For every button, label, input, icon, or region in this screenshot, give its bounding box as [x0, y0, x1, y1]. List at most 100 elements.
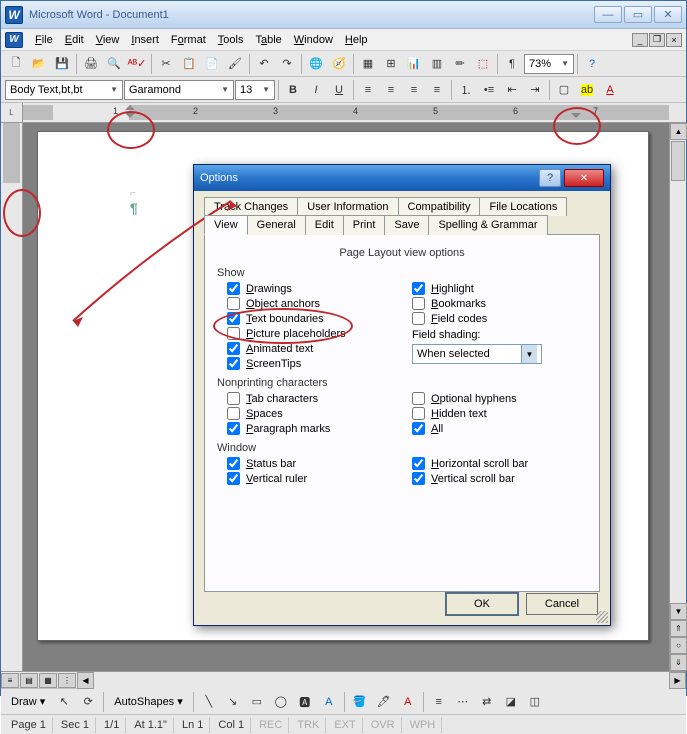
insert-table-icon[interactable]: ⊞ [380, 53, 402, 75]
chk-np-hidden-text[interactable]: Hidden text [402, 406, 587, 421]
checkbox[interactable] [412, 472, 425, 485]
menu-view[interactable]: View [90, 32, 126, 48]
tab-save[interactable]: Save [384, 215, 429, 235]
status-ext[interactable]: EXT [328, 717, 362, 733]
format-painter-icon[interactable]: 🖌 [224, 53, 246, 75]
numbering-icon[interactable]: ⒈ [455, 79, 477, 101]
checkbox[interactable] [412, 457, 425, 470]
outline-view-icon[interactable]: ⋮ [58, 673, 76, 688]
print-icon[interactable]: 🖨 [80, 53, 102, 75]
checkbox[interactable] [412, 312, 425, 325]
arrow-icon[interactable]: ↘ [222, 691, 244, 713]
borders-icon[interactable]: ▢ [553, 79, 575, 101]
dialog-close-button[interactable]: ✕ [564, 169, 604, 187]
chk-win-vertical-scroll-bar[interactable]: Vertical scroll bar [402, 471, 587, 486]
indent-icon[interactable]: ⇥ [524, 79, 546, 101]
oval-icon[interactable]: ◯ [270, 691, 292, 713]
open-icon[interactable]: 📂 [28, 53, 50, 75]
fontsize-combo[interactable]: 13▼ [235, 80, 275, 100]
indent-marker-right[interactable] [571, 113, 581, 118]
page-layout-view-icon[interactable]: ▦ [39, 673, 57, 688]
ok-button[interactable]: OK [446, 593, 518, 615]
web-toolbar-icon[interactable]: 🧭 [328, 53, 350, 75]
font-color-draw-icon[interactable]: A [397, 691, 419, 713]
checkbox[interactable] [412, 297, 425, 310]
chk-np-spaces[interactable]: Spaces [217, 406, 402, 421]
save-icon[interactable]: 💾 [51, 53, 73, 75]
prev-page-icon[interactable]: ⇑ [670, 620, 687, 637]
close-button[interactable]: ✕ [654, 6, 682, 23]
zoom-combo[interactable]: 73%▼ [524, 54, 574, 74]
horizontal-ruler[interactable]: 1 2 3 4 5 6 7 [23, 103, 669, 123]
fill-color-icon[interactable]: 🪣 [349, 691, 371, 713]
checkbox[interactable] [227, 342, 240, 355]
checkbox[interactable] [412, 422, 425, 435]
cancel-button[interactable]: Cancel [526, 593, 598, 615]
checkbox[interactable] [227, 472, 240, 485]
chk-show-animated-text[interactable]: Animated text [217, 341, 402, 356]
font-color-icon[interactable]: A [599, 79, 621, 101]
scroll-down-icon[interactable]: ▼ [670, 603, 687, 620]
vertical-ruler[interactable] [1, 123, 23, 671]
menu-edit[interactable]: Edit [59, 32, 90, 48]
chk-np-paragraph-marks[interactable]: Paragraph marks [217, 421, 402, 436]
dash-style-icon[interactable]: ⋯ [452, 691, 474, 713]
vertical-scrollbar[interactable]: ▲ ▼ ⇑ ○ ⇓ [669, 123, 686, 671]
checkbox[interactable] [412, 407, 425, 420]
chk-show-picture-placeholders[interactable]: Picture placeholders [217, 326, 402, 341]
scroll-left-icon[interactable]: ◀ [77, 672, 94, 689]
3d-icon[interactable]: ◫ [524, 691, 546, 713]
browse-object-icon[interactable]: ○ [670, 637, 687, 654]
scroll-thumb[interactable] [671, 141, 685, 181]
chk-show-field-codes[interactable]: Field codes [402, 311, 587, 326]
tab-edit[interactable]: Edit [305, 215, 344, 235]
chk-win-vertical-ruler[interactable]: Vertical ruler [217, 471, 402, 486]
undo-icon[interactable]: ↶ [253, 53, 275, 75]
highlight-icon[interactable]: ab [576, 79, 598, 101]
chk-win-status-bar[interactable]: Status bar [217, 456, 402, 471]
checkbox[interactable] [412, 392, 425, 405]
mdi-restore[interactable]: ❐ [649, 33, 665, 47]
tab-general[interactable]: General [247, 215, 306, 235]
line-style-icon[interactable]: ≡ [428, 691, 450, 713]
tab-file-locations[interactable]: File Locations [479, 197, 567, 216]
show-hide-icon[interactable]: ¶ [501, 53, 523, 75]
menu-table[interactable]: Table [249, 32, 287, 48]
style-combo[interactable]: Body Text,bt,bt▼ [5, 80, 123, 100]
chk-show-text-boundaries[interactable]: Text boundaries [217, 311, 402, 326]
menu-tools[interactable]: Tools [212, 32, 250, 48]
maximize-button[interactable]: ▭ [624, 6, 652, 23]
scroll-right-icon[interactable]: ▶ [669, 672, 686, 689]
chk-show-drawings[interactable]: Drawings [217, 281, 402, 296]
checkbox[interactable] [227, 327, 240, 340]
drawing-icon[interactable]: ✏ [449, 53, 471, 75]
shadow-icon[interactable]: ◪ [500, 691, 522, 713]
indent-marker-left[interactable] [125, 105, 135, 110]
chk-np-optional-hyphens[interactable]: Optional hyphens [402, 391, 587, 406]
line-icon[interactable]: ╲ [198, 691, 220, 713]
underline-icon[interactable]: U [328, 79, 350, 101]
italic-icon[interactable]: I [305, 79, 327, 101]
tables-borders-icon[interactable]: ▦ [357, 53, 379, 75]
status-ovr[interactable]: OVR [365, 717, 402, 733]
excel-icon[interactable]: 📊 [403, 53, 425, 75]
cut-icon[interactable]: ✂ [155, 53, 177, 75]
checkbox[interactable] [227, 407, 240, 420]
minimize-button[interactable]: — [594, 6, 622, 23]
checkbox[interactable] [227, 297, 240, 310]
wordart-icon[interactable]: A [318, 691, 340, 713]
tab-view[interactable]: View [204, 215, 248, 235]
outdent-icon[interactable]: ⇤ [501, 79, 523, 101]
checkbox[interactable] [227, 357, 240, 370]
align-center-icon[interactable]: ≡ [380, 79, 402, 101]
mdi-minimize[interactable]: _ [632, 33, 648, 47]
paste-icon[interactable]: 📄 [201, 53, 223, 75]
bold-icon[interactable]: B [282, 79, 304, 101]
mdi-close[interactable]: × [666, 33, 682, 47]
checkbox[interactable] [227, 422, 240, 435]
scroll-up-icon[interactable]: ▲ [670, 123, 687, 140]
online-view-icon[interactable]: ▤ [20, 673, 38, 688]
menu-insert[interactable]: Insert [125, 32, 165, 48]
select-objects-icon[interactable]: ↖ [53, 691, 75, 713]
horizontal-scrollbar[interactable]: ◀ ▶ [77, 672, 686, 689]
